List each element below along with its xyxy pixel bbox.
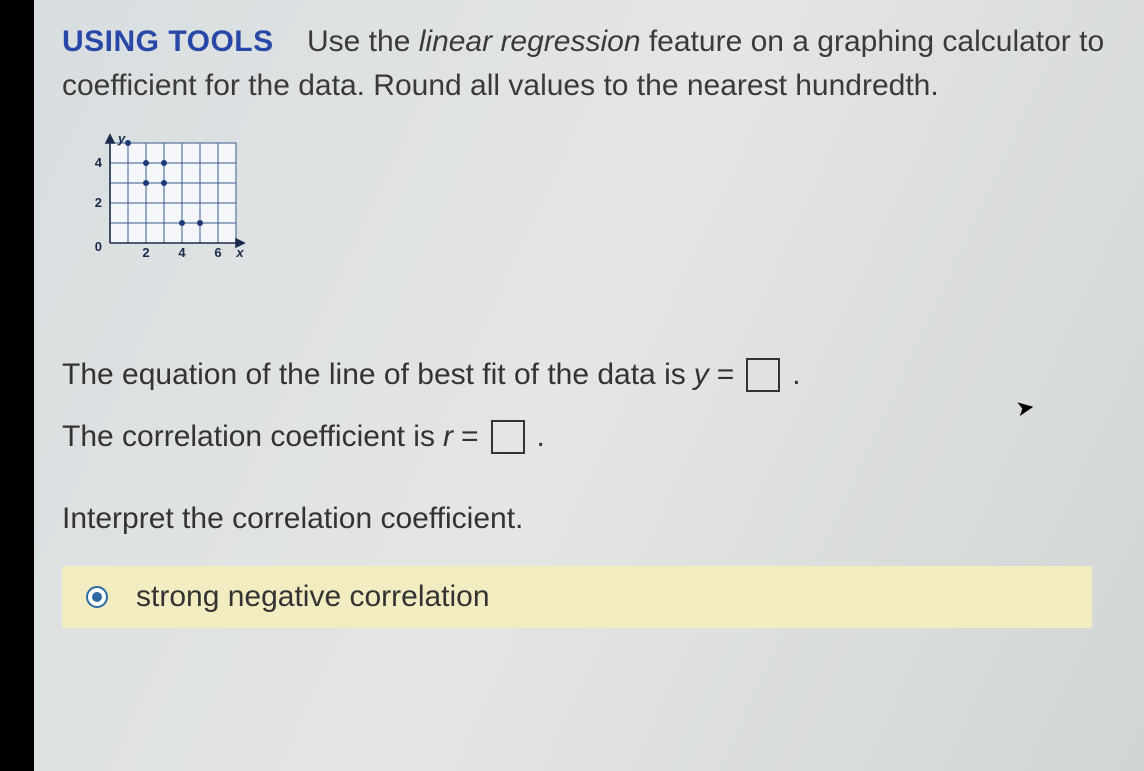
data-point [125,140,131,146]
answer-option-row[interactable]: strong negative correlation [62,566,1092,628]
problem-heading: USING TOOLS Use the linear regression fe… [62,20,1144,107]
data-point [197,220,203,226]
data-point [143,160,149,166]
option-label: strong negative correlation [136,580,490,614]
q2-text: The correlation coefficient is [62,420,435,454]
q1-period: . [792,358,800,392]
scatter-chart: 0 2 4 6 2 4 x y [80,133,1144,268]
q2-period: . [537,420,545,454]
heading-label: USING TOOLS [62,25,274,58]
answer-box-r[interactable] [491,420,525,454]
heading-italic: linear regression [419,25,641,58]
q1-var: y [694,358,709,392]
data-point [143,180,149,186]
interpret-prompt: Interpret the correlation coefficient. [62,502,1144,536]
tick-x6: 6 [214,245,221,260]
answer-box-y[interactable] [746,358,780,392]
q2-var: r [443,420,453,454]
data-point [161,160,167,166]
radio-selected-icon[interactable] [86,586,108,608]
chart-svg: 0 2 4 6 2 4 x y [80,133,250,263]
xlabel: x [235,245,244,260]
tick-y2: 2 [95,195,102,210]
radio-dot-icon [92,592,102,602]
heading-line2: coefficient for the data. Round all valu… [62,69,939,102]
heading-text-pre: Use the [307,25,419,58]
tick-y4: 4 [95,155,103,170]
heading-text-post: feature on a graphing calculator to [641,25,1105,58]
tick-x4: 4 [178,245,186,260]
data-point [161,180,167,186]
q1-eq: = [717,358,735,392]
tick-x0: 0 [95,239,102,254]
ylabel: y [117,133,126,146]
data-point [179,220,185,226]
cursor-icon: ➤ [1013,394,1036,423]
question-line-2: The correlation coefficient is r = . [62,420,1144,454]
q2-eq: = [461,420,479,454]
question-line-1: The equation of the line of best fit of … [62,358,1144,392]
q1-text: The equation of the line of best fit of … [62,358,686,392]
tick-x2: 2 [142,245,149,260]
page: USING TOOLS Use the linear regression fe… [0,0,1144,771]
left-margin-bar [0,0,34,771]
